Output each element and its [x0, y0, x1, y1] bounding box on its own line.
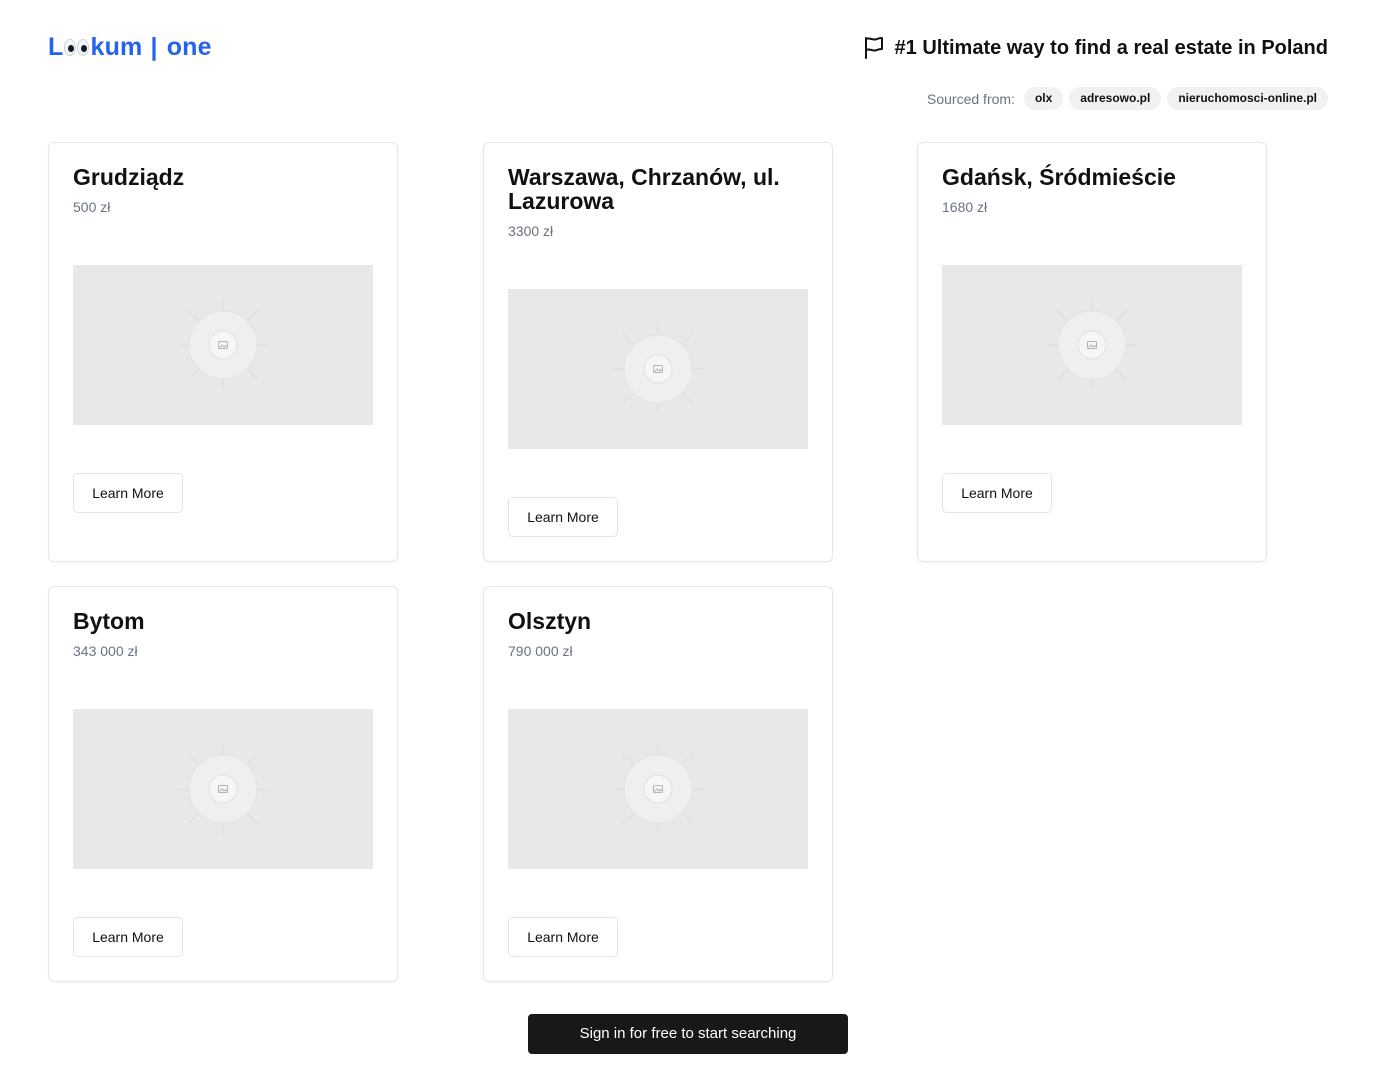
flag-icon: [863, 36, 885, 60]
sources-label: Sourced from:: [927, 90, 1015, 107]
listing-image-placeholder: [73, 709, 373, 869]
learn-more-button[interactable]: Learn More: [508, 917, 618, 957]
tagline-text: #1 Ultimate way to find a real estate in…: [894, 36, 1328, 59]
listing-price: 790 000 zł: [508, 643, 573, 659]
listing-title: Gdańsk, Śródmieście: [942, 164, 1176, 190]
listing-price: 3300 zł: [508, 223, 554, 239]
listing-card: Grudziądz 500 zł Learn More: [48, 142, 398, 562]
listing-price: 500 zł: [73, 199, 111, 215]
listing-image-placeholder: [73, 265, 373, 425]
listing-card: Olsztyn 790 000 zł Learn More: [483, 586, 833, 982]
listing-image-placeholder: [508, 709, 808, 869]
learn-more-button[interactable]: Learn More: [942, 473, 1052, 513]
learn-more-button[interactable]: Learn More: [508, 497, 618, 537]
listing-image-placeholder: [942, 265, 1242, 425]
source-chip-nieruchomosci-online[interactable]: nieruchomosci-online.pl: [1167, 87, 1328, 110]
listing-price: 1680 zł: [942, 199, 988, 215]
sign-in-button[interactable]: Sign in for free to start searching: [528, 1014, 848, 1054]
source-chip-adresowo[interactable]: adresowo.pl: [1069, 87, 1162, 110]
learn-more-button[interactable]: Learn More: [73, 473, 183, 513]
learn-more-button[interactable]: Learn More: [73, 917, 183, 957]
logo-suffix: one: [166, 33, 212, 61]
listing-title: Bytom: [73, 608, 145, 634]
listing-title: Olsztyn: [508, 608, 592, 634]
listing-card: Warszawa, Chrzanów, ul. Lazurowa 3300 zł…: [483, 142, 833, 562]
listing-price: 343 000 zł: [73, 643, 138, 659]
source-chip-olx[interactable]: olx: [1023, 87, 1064, 110]
tagline: #1 Ultimate way to find a real estate in…: [863, 36, 1328, 60]
header: L kum | one #1 Ultimate way to find a re…: [48, 30, 1328, 70]
logo-word: kum: [90, 33, 143, 61]
listing-image-placeholder: [508, 289, 808, 449]
listing-card: Bytom 343 000 zł Learn More: [48, 586, 398, 982]
sources: Sourced from: olx adresowo.pl nieruchomo…: [927, 87, 1328, 110]
logo-separator: |: [150, 33, 158, 61]
listing-title: Grudziądz: [73, 164, 185, 190]
logo[interactable]: L kum | one: [48, 33, 212, 62]
logo-letter: L: [48, 33, 64, 61]
listing-title: Warszawa, Chrzanów, ul. Lazurowa: [508, 164, 780, 214]
listing-card: Gdańsk, Śródmieście 1680 zł Learn More: [917, 142, 1267, 562]
eyes-icon: [64, 39, 90, 56]
